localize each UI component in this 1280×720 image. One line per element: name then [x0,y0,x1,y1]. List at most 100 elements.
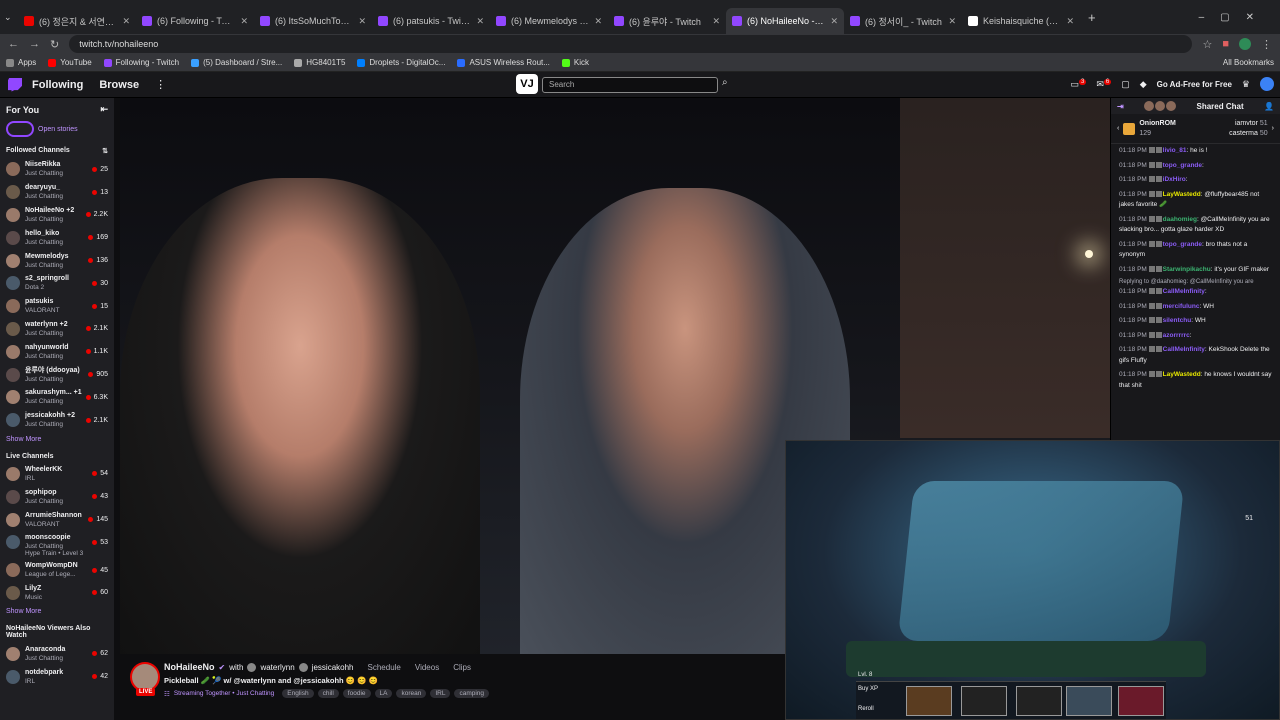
message-username[interactable]: CallMeInfinity [1163,346,1205,353]
browser-tab[interactable]: (6) ItsSoMuchToast - Twitch ✕ [254,8,372,34]
message-username[interactable]: azorrrrrc [1163,332,1190,339]
browser-tab[interactable]: Keishaisquiche (@keishaisquic ✕ [962,8,1080,34]
vj-extension-logo[interactable]: VJ [516,74,538,94]
stream-tag[interactable]: camping [454,689,490,698]
sidebar-channel[interactable]: ArrumieShannon VALORANT 145 [0,508,114,531]
collab-waterlynn[interactable]: waterlynn [260,663,294,672]
sidebar-channel[interactable]: NiiseRikka Just Chatting 25 [0,158,114,181]
sidebar-channel[interactable]: patsukis VALORANT 15 [0,295,114,318]
message-username[interactable]: livio_81 [1163,147,1187,154]
message-username[interactable]: LayWastedd [1163,191,1201,198]
open-stories-link[interactable]: Open stories [38,126,78,133]
twitch-logo-icon[interactable] [8,77,22,92]
leaderboard-next-icon[interactable]: › [1272,125,1274,132]
message-username[interactable]: CallMeInfinity [1163,288,1205,295]
go-ad-free-button[interactable]: Go Ad-Free for Free [1157,80,1232,89]
nav-browse[interactable]: Browse [99,79,139,91]
sort-icon[interactable]: ⇅ [102,147,108,155]
bookmark-item[interactable]: Following - Twitch [103,58,179,67]
sidebar-channel[interactable]: hello_kiko Just Chatting 169 [0,226,114,249]
message-username[interactable]: topo_grande [1163,241,1202,248]
stream-tag[interactable]: LA [374,689,393,698]
all-bookmarks[interactable]: All Bookmarks [1223,58,1274,67]
tab-close-icon[interactable]: ✕ [358,16,366,27]
browser-tab[interactable]: (6) Mewmelodys - Twitch ✕ [490,8,608,34]
bookmark-item[interactable]: YouTube [48,58,92,67]
user-avatar[interactable] [1260,77,1274,91]
collab-jessicakohh[interactable]: jessicakohh [312,663,354,672]
nav-following[interactable]: Following [32,79,83,91]
stream-tag[interactable]: foodie [342,689,371,698]
message-username[interactable]: LayWastedd [1163,371,1201,378]
crown-icon[interactable]: ♛ [1242,79,1250,90]
tab-close-icon[interactable]: ✕ [948,16,956,27]
stream-status[interactable]: Streaming Together • Just Chatting [174,690,274,697]
forward-arrow-icon[interactable]: → [29,38,40,50]
prime-loot-icon[interactable]: ▭ 3 [1070,78,1087,90]
chat-users-icon[interactable]: 👤 [1264,102,1274,111]
tab-schedule[interactable]: Schedule [368,663,401,672]
browser-tab[interactable]: (6) NoHaileeNo - Twitch ✕ [726,8,844,34]
browser-tab[interactable]: (6) patsukis - Twitch ✕ [372,8,490,34]
message-username[interactable]: mercifulunc [1163,303,1200,310]
tab-list-chevron-icon[interactable]: ⌄ [4,12,18,23]
sidebar-channel[interactable]: s2_springroll Dota 2 30 [0,272,114,295]
stories-row[interactable]: Open stories [0,117,114,141]
stream-tag[interactable]: korean [396,689,427,698]
message-username[interactable]: topo_grande [1163,162,1202,169]
tab-close-icon[interactable]: ✕ [712,16,720,27]
back-arrow-icon[interactable]: ← [8,38,19,50]
tab-close-icon[interactable]: ✕ [830,16,838,27]
search-input[interactable]: Search [542,77,718,93]
sidebar-channel[interactable]: sophipop Just Chatting 43 [0,485,114,508]
collapse-chat-icon[interactable]: ⇥ [1117,102,1124,111]
sidebar-channel[interactable]: 윤루야 (ddooyaa) Just Chatting 905 [0,363,114,386]
tab-close-icon[interactable]: ✕ [122,16,130,27]
nav-more-icon[interactable]: ⋮ [155,78,166,91]
browser-tab[interactable]: (6) Following - Twitch ✕ [136,8,254,34]
bookmark-star-icon[interactable]: ☆ [1202,38,1212,51]
bookmark-item[interactable]: ASUS Wireless Rout... [457,58,550,67]
sidebar-channel[interactable]: sakurashym... +1 Just Chatting 6.3K [0,386,114,409]
browser-menu-icon[interactable]: ⋮ [1261,38,1272,51]
sidebar-channel[interactable]: jessicakohh +2 Just Chatting 2.1K [0,409,114,432]
streamer-name[interactable]: NoHaileeNo [164,662,215,672]
browser-tab[interactable]: (6) 정서이_ - Twitch ✕ [844,8,962,34]
window-controls[interactable]: –▢✕ [1199,12,1270,23]
message-username[interactable]: silentchu [1163,317,1192,324]
tab-close-icon[interactable]: ✕ [594,16,602,27]
show-more-live[interactable]: Show More [0,604,114,619]
stream-tag[interactable]: English [282,689,314,698]
bookmark-item[interactable]: Apps [6,58,36,67]
tab-close-icon[interactable]: ✕ [476,16,484,27]
sidebar-channel[interactable]: nahyunworld Just Chatting 1.1K [0,340,114,363]
bookmark-item[interactable]: Kick [561,58,589,67]
reload-icon[interactable]: ↻ [50,38,59,51]
message-username[interactable]: daahomieg [1163,216,1197,223]
sidebar-channel[interactable]: dearyuyu_ Just Chatting 13 [0,181,114,204]
profile-avatar[interactable] [1239,38,1251,50]
stream-tag[interactable]: chill [317,689,339,698]
browser-tab[interactable]: (6) 정은지 & 서연국 - All For Y ✕ [18,8,136,34]
sidebar-channel[interactable]: waterlynn +2 Just Chatting 2.1K [0,318,114,341]
bookmark-item[interactable]: (5) Dashboard / Stre... [191,58,282,67]
bookmark-item[interactable]: Droplets - DigitalOc... [357,58,445,67]
browser-tab[interactable]: (6) 윤루야 - Twitch ✕ [608,8,726,34]
extensions-icon[interactable]: ■ [1222,38,1229,50]
whispers-icon[interactable]: ▢ [1121,79,1130,90]
url-input[interactable]: twitch.tv/nohaileeno [69,35,1193,53]
bits-icon[interactable]: ◆ [1140,79,1147,90]
bookmark-item[interactable]: HG8401T5 [294,58,345,67]
tab-videos[interactable]: Videos [415,663,439,672]
stream-tag[interactable]: IRL [430,689,451,698]
message-username[interactable]: iDxHiro [1163,176,1186,183]
sidebar-channel[interactable]: WheelerKK IRL 54 [0,463,114,486]
notifications-icon[interactable]: ✉ 6 [1096,78,1112,90]
tab-close-icon[interactable]: ✕ [240,16,248,27]
sidebar-channel[interactable]: Mewmelodys Just Chatting 136 [0,249,114,272]
tab-clips[interactable]: Clips [453,663,471,672]
show-more-followed[interactable]: Show More [0,432,114,447]
sidebar-channel[interactable]: NoHaileeNo +2 Just Chatting 2.2K [0,204,114,227]
leaderboard-prev-icon[interactable]: ‹ [1117,125,1119,132]
message-username[interactable]: Starwinpikachu [1163,266,1211,273]
